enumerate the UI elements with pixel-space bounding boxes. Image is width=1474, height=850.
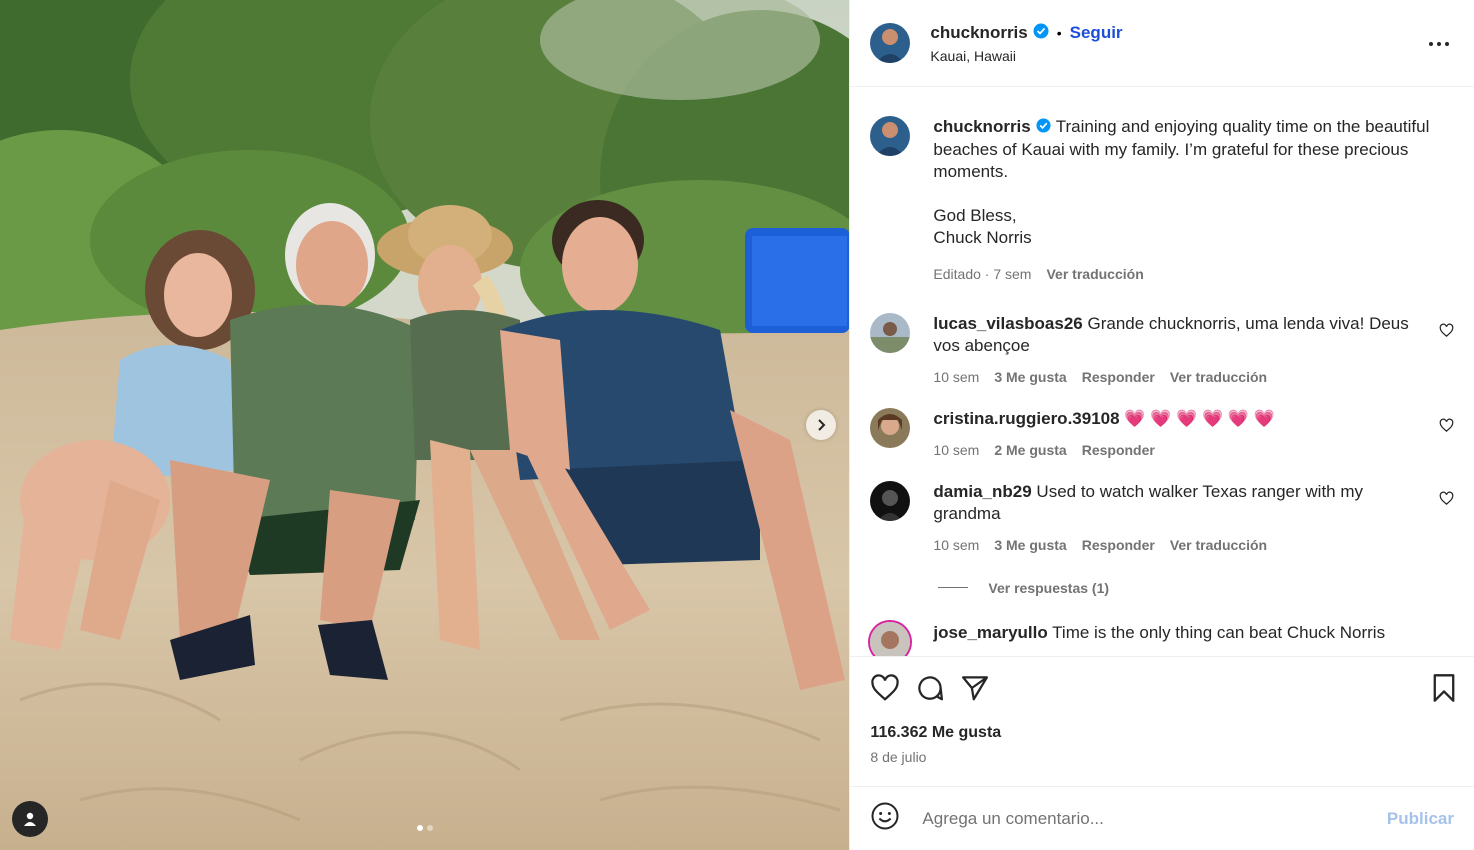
separator-dot: • [1056, 25, 1062, 41]
avatar[interactable] [870, 480, 911, 521]
heart-icon [1439, 418, 1454, 432]
like-button[interactable] [870, 673, 900, 708]
more-horizontal-icon [1429, 42, 1449, 46]
username[interactable]: chucknorris [930, 23, 1027, 43]
beach-family-photo [0, 0, 850, 850]
comment-time: 10 sem [933, 368, 980, 385]
avatar[interactable] [870, 407, 911, 448]
comments-list[interactable]: chucknorris Training and enjoying quality… [850, 87, 1474, 656]
profile-photo [870, 23, 911, 63]
caption-signoff: God Bless, [933, 205, 1017, 225]
heart-icon [1439, 323, 1454, 337]
verified-badge-icon [1033, 23, 1049, 44]
add-comment-bar: Publicar [850, 786, 1474, 850]
chevron-right-icon [818, 419, 826, 431]
comment-time: 10 sem [933, 536, 980, 553]
comment: cristina.ruggiero.39108 💗 💗 💗 💗 💗 💗 10 s… [870, 407, 1454, 461]
publish-button[interactable]: Publicar [1387, 809, 1454, 829]
header-user-info: chucknorris • Seguir Kauai, Hawaii [930, 23, 1123, 64]
caption-signature: Chuck Norris [933, 227, 1032, 247]
likes-count[interactable]: 116.362 Me gusta [870, 724, 1454, 742]
comment-text: Time is the only thing can beat Chuck No… [1052, 622, 1386, 642]
share-icon [962, 676, 989, 701]
comment-button[interactable] [915, 673, 945, 708]
emoji-button[interactable] [870, 801, 900, 836]
instagram-post-modal: chucknorris • Seguir Kauai, Hawaii chuck… [0, 0, 1474, 850]
post-header: chucknorris • Seguir Kauai, Hawaii [850, 0, 1474, 87]
avatar[interactable] [870, 312, 911, 353]
comment-username[interactable]: cristina.ruggiero.39108 [933, 409, 1119, 428]
comment: lucas_vilasboas26 Grande chucknorris, um… [870, 312, 1454, 388]
comment-likes[interactable]: 3 Me gusta [994, 366, 1066, 388]
view-replies-button[interactable]: Ver respuestas (1) [938, 580, 1454, 596]
comment-username[interactable]: jose_maryullo [933, 623, 1047, 642]
avatar[interactable] [870, 23, 911, 63]
reply-button[interactable]: Responder [1082, 534, 1155, 556]
caption-edited: Editado · 7 sem [933, 265, 1032, 282]
location-link[interactable]: Kauai, Hawaii [930, 48, 1122, 64]
post-photo[interactable] [0, 0, 850, 850]
comment-icon [918, 676, 944, 701]
carousel-next-button[interactable] [806, 410, 836, 440]
more-options-button[interactable] [1428, 33, 1450, 60]
like-comment-button[interactable] [1439, 418, 1454, 438]
like-comment-button[interactable] [1439, 323, 1454, 343]
see-translation-button[interactable]: Ver traducción [1170, 366, 1267, 388]
verified-badge-icon [1036, 117, 1051, 139]
avatar[interactable] [870, 116, 911, 156]
post-side-panel: chucknorris • Seguir Kauai, Hawaii chuck… [849, 0, 1474, 850]
comment-time: 10 sem [933, 441, 980, 458]
carousel-indicator [0, 825, 849, 831]
replies-divider [938, 587, 969, 589]
heart-icon [1439, 491, 1454, 505]
reply-button[interactable]: Responder [1082, 366, 1155, 388]
tagged-users-button[interactable] [12, 801, 48, 837]
bookmark-icon [1433, 674, 1455, 702]
comment-likes[interactable]: 3 Me gusta [994, 534, 1066, 556]
carousel-dot [427, 825, 433, 831]
comment-username[interactable]: lucas_vilasboas26 [933, 314, 1082, 333]
like-comment-button[interactable] [1439, 491, 1454, 511]
carousel-dot [417, 825, 423, 831]
save-button[interactable] [1430, 673, 1458, 708]
see-translation-button[interactable]: Ver traducción [1170, 534, 1267, 556]
avatar[interactable] [870, 621, 911, 656]
comment-text: 💗 💗 💗 💗 💗 💗 [1124, 408, 1275, 428]
post-date: 8 de julio [870, 749, 927, 765]
caption: chucknorris Training and enjoying quality… [870, 116, 1454, 285]
post-actions: 116.362 Me gusta 8 de julio [850, 656, 1474, 786]
caption-username[interactable]: chucknorris [933, 117, 1030, 136]
comment-username[interactable]: damia_nb29 [933, 482, 1031, 501]
heart-icon [871, 674, 900, 701]
comment: damia_nb29 Used to watch walker Texas ra… [870, 480, 1454, 556]
share-button[interactable] [960, 673, 990, 708]
see-translation-button[interactable]: Ver traducción [1046, 263, 1143, 285]
view-replies-label: Ver respuestas (1) [988, 579, 1110, 596]
reply-button[interactable]: Responder [1082, 439, 1155, 461]
follow-button[interactable]: Seguir [1070, 23, 1123, 43]
comment-likes[interactable]: 2 Me gusta [994, 439, 1066, 461]
emoji-icon [871, 802, 899, 830]
comment: jose_maryullo Time is the only thing can… [870, 621, 1454, 656]
comment-input[interactable] [920, 807, 1387, 830]
